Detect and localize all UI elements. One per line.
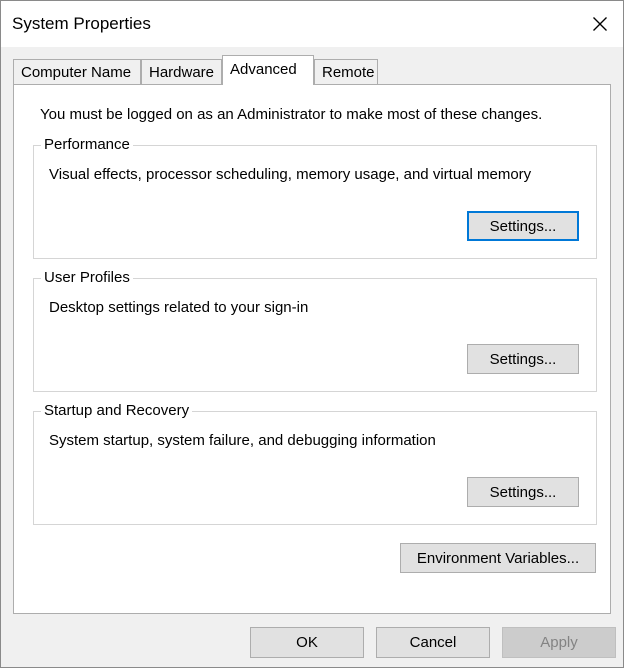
close-button[interactable]	[577, 1, 623, 47]
performance-description: Visual effects, processor scheduling, me…	[49, 166, 532, 183]
tab-label: Computer Name	[21, 64, 132, 81]
startup-recovery-settings-button[interactable]: Settings...	[467, 477, 579, 507]
tab-remote[interactable]: Remote	[314, 59, 378, 84]
tab-advanced[interactable]: Advanced	[222, 55, 314, 85]
performance-settings-button[interactable]: Settings...	[467, 211, 579, 241]
user-profiles-group: User Profiles Desktop settings related t…	[33, 269, 597, 392]
window-title: System Properties	[12, 14, 151, 33]
apply-button[interactable]: Apply	[502, 627, 616, 658]
user-profiles-description: Desktop settings related to your sign-in	[49, 299, 309, 316]
tab-label: Remote	[322, 64, 375, 81]
cancel-button[interactable]: Cancel	[376, 627, 490, 658]
user-profiles-title: User Profiles	[41, 269, 133, 286]
tab-label: Hardware	[149, 64, 215, 81]
tab-computer-name[interactable]: Computer Name	[13, 59, 141, 84]
admin-note: You must be logged on as an Administrato…	[40, 106, 543, 123]
close-icon	[593, 17, 607, 31]
user-profiles-settings-button[interactable]: Settings...	[467, 344, 579, 374]
performance-title: Performance	[41, 136, 133, 153]
tab-hardware[interactable]: Hardware	[141, 59, 222, 84]
startup-recovery-group: Startup and Recovery System startup, sys…	[33, 402, 597, 525]
environment-variables-button[interactable]: Environment Variables...	[400, 543, 596, 573]
system-properties-window: System Properties Computer Name Hardware…	[0, 0, 624, 668]
ok-button[interactable]: OK	[250, 627, 364, 658]
tab-label: Advanced	[230, 61, 297, 78]
startup-recovery-description: System startup, system failure, and debu…	[49, 432, 436, 449]
performance-group: Performance Visual effects, processor sc…	[33, 136, 597, 259]
startup-recovery-title: Startup and Recovery	[41, 402, 193, 419]
advanced-tab-panel: You must be logged on as an Administrato…	[13, 84, 611, 614]
title-bar[interactable]: System Properties	[1, 1, 623, 47]
